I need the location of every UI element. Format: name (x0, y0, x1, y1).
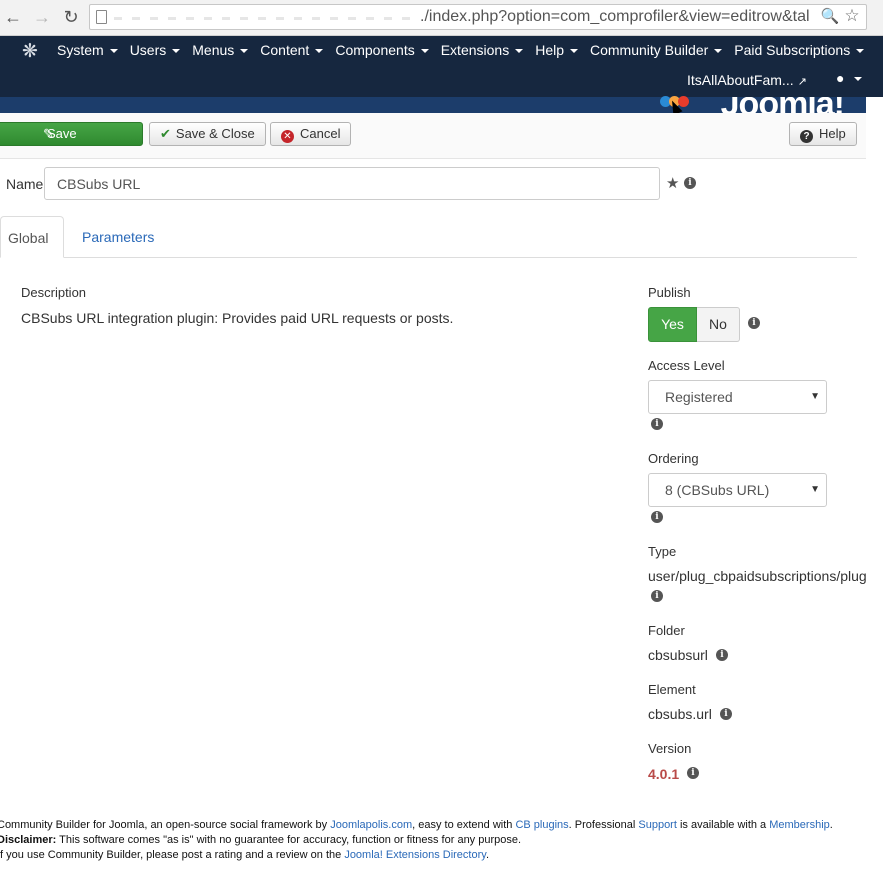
zoom-icon[interactable]: 🔍 (820, 7, 840, 27)
menu-paid-subscriptions[interactable]: Paid Subscriptions (734, 42, 865, 58)
menu-components[interactable]: Components (335, 42, 429, 58)
back-arrow-icon[interactable]: ← (3, 7, 23, 27)
tab-parameters[interactable]: Parameters (75, 216, 161, 258)
description-label: Description (21, 285, 87, 300)
menu-help[interactable]: Help (535, 42, 578, 58)
caret-down-icon (854, 77, 863, 82)
access-level-label: Access Level (648, 358, 725, 373)
publish-toggle: Yes No (648, 307, 740, 342)
footer-line-3: If you use Community Builder, please pos… (0, 849, 489, 861)
external-link-icon: ↗ (797, 76, 807, 88)
caret-down-icon (856, 49, 865, 54)
footer-line-1: Community Builder for Joomla, an open-so… (0, 819, 833, 831)
forward-arrow-icon[interactable]: → (32, 7, 52, 27)
dropdown-arrow-icon: ▼ (810, 484, 820, 495)
help-button[interactable]: ? Help (789, 122, 857, 146)
caret-down-icon (515, 49, 524, 54)
caret-down-icon (315, 49, 324, 54)
info-icon[interactable]: i (687, 767, 699, 779)
url-text: ./index.php?option=com_comprofiler&view=… (420, 8, 810, 25)
info-icon[interactable]: i (651, 418, 663, 430)
publish-label: Publish (648, 285, 691, 300)
caret-down-icon (172, 49, 181, 54)
type-label: Type (648, 544, 677, 559)
browser-toolbar: ← → ↻ ./index.php?option=com_comprofiler… (0, 0, 883, 36)
access-level-select[interactable]: Registered ▼ (648, 380, 827, 414)
info-icon[interactable]: i (684, 177, 696, 189)
page-edge (866, 113, 883, 873)
menu-content[interactable]: Content (260, 42, 324, 58)
type-value: user/plug_cbpaidsubscriptions/plugin (648, 568, 878, 584)
caret-down-icon (420, 49, 429, 54)
membership-link[interactable]: Membership (769, 819, 830, 831)
dropdown-arrow-icon: ▼ (810, 391, 820, 402)
folder-label: Folder (648, 623, 685, 638)
info-icon[interactable]: i (716, 649, 728, 661)
caret-down-icon (240, 49, 249, 54)
url-redacted (114, 17, 414, 20)
joomla-logo-icon[interactable]: ❋ (19, 41, 41, 63)
name-label: Name (6, 176, 44, 192)
info-icon[interactable]: i (651, 590, 663, 602)
save-close-button[interactable]: ✔ Save & Close (149, 122, 266, 146)
page-icon (96, 10, 107, 24)
address-bar[interactable]: ./index.php?option=com_comprofiler&view=… (89, 4, 867, 30)
folder-value: cbsubsurl (648, 647, 708, 663)
version-label: Version (648, 741, 692, 756)
menu-menus[interactable]: Menus (192, 42, 249, 58)
name-input[interactable] (44, 167, 660, 200)
element-label: Element (648, 682, 696, 697)
bookmark-star-icon[interactable]: ☆ (842, 6, 862, 26)
menu-extensions[interactable]: Extensions (441, 42, 524, 58)
cancel-button[interactable]: ✕ Cancel (270, 122, 351, 146)
save-button[interactable]: ✎ Save (0, 122, 143, 146)
tab-global[interactable]: Global (0, 216, 64, 258)
menu-system[interactable]: System (57, 42, 118, 58)
cancel-icon: ✕ (281, 130, 294, 143)
edit-icon: ✎ (43, 126, 54, 141)
reload-icon[interactable]: ↻ (61, 7, 81, 27)
page-footer: Community Builder for Joomla, an open-so… (0, 818, 877, 863)
description-text: CBSubs URL integration plugin: Provides … (21, 310, 454, 326)
caret-down-icon (570, 49, 578, 54)
ordering-select[interactable]: 8 (CBSubs URL) ▼ (648, 473, 827, 507)
support-link[interactable]: Support (638, 819, 677, 831)
check-icon: ✔ (160, 126, 171, 141)
element-value: cbsubs.url (648, 706, 712, 722)
help-icon: ? (800, 130, 813, 143)
ordering-label: Ordering (648, 451, 699, 466)
info-icon[interactable]: i (651, 511, 663, 523)
publish-yes-button[interactable]: Yes (648, 307, 697, 342)
joomlapolis-link[interactable]: Joomlapolis.com (330, 819, 412, 831)
joomla-brand: Joomla! (721, 97, 845, 113)
info-icon[interactable]: i (748, 317, 760, 329)
star-icon: ★ (666, 175, 680, 192)
info-icon[interactable]: i (720, 708, 732, 720)
site-link[interactable]: ItsAllAboutFam... ↗ (687, 72, 807, 88)
menu-community-builder[interactable]: Community Builder (590, 42, 723, 58)
admin-navbar: ❋ System Users Menus Content Components … (0, 36, 883, 97)
publish-no-button[interactable]: No (697, 307, 740, 342)
cb-plugins-link[interactable]: CB plugins (515, 819, 568, 831)
caret-down-icon (109, 49, 118, 54)
menu-users[interactable]: Users (130, 42, 181, 58)
user-menu[interactable]: ● (836, 70, 863, 86)
admin-menu: System Users Menus Content Components Ex… (57, 42, 876, 58)
caret-down-icon (714, 49, 723, 54)
page-header-strip: Joomla! (0, 97, 866, 113)
user-icon: ● (836, 70, 845, 86)
action-toolbar: ✎ Save ✔ Save & Close ✕ Cancel ? Help (0, 113, 866, 159)
jed-link[interactable]: Joomla! Extensions Directory (344, 849, 486, 861)
footer-line-2: Disclaimer: This software comes "as is" … (0, 834, 522, 846)
version-value: 4.0.1 (648, 766, 680, 782)
